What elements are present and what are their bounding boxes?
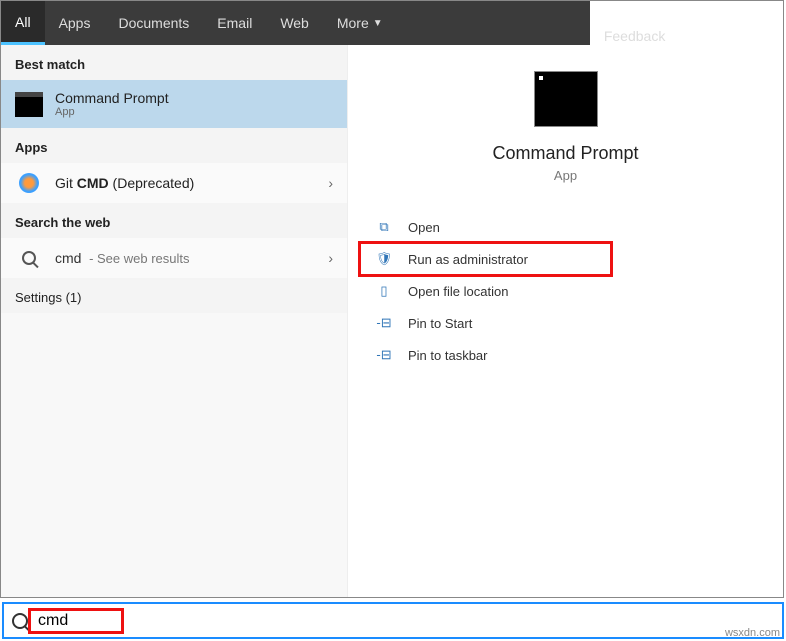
filter-tabbar: All Apps Documents Email Web More ▼ Feed… [1,1,783,45]
folder-icon: ▯ [374,283,394,299]
tab-email[interactable]: Email [203,1,266,45]
header-best-match: Best match [1,45,347,80]
feedback-button[interactable]: Feedback [590,28,679,44]
git-prefix: Git [55,175,77,191]
highlight-box [358,241,613,277]
action-run-as-administrator[interactable]: 🛡 Run as administrator [348,243,783,275]
action-open[interactable]: ⧉ Open [348,211,783,243]
command-prompt-icon-large [534,71,598,127]
search-window: All Apps Documents Email Web More ▼ Feed… [0,0,784,598]
pin-icon: -⊟ [374,315,394,331]
search-icon [12,613,28,629]
chevron-right-icon: › [328,250,333,266]
search-input[interactable] [38,612,774,630]
header-search-web: Search the web [1,203,347,238]
ellipsis-icon: ⋯ [695,28,709,45]
action-label: Open [408,220,440,235]
action-pin-to-start[interactable]: -⊟ Pin to Start [348,307,783,339]
highlight-box [28,608,124,634]
tab-more[interactable]: More ▼ [323,1,397,45]
results-panel: Best match Command Prompt App Apps Git C… [1,45,348,597]
git-bold: CMD [77,175,109,191]
result-best-match[interactable]: Command Prompt App [1,80,347,128]
git-suffix: (Deprecated) [109,175,195,191]
result-title: Command Prompt [55,90,169,106]
action-label: Pin to Start [408,316,472,331]
action-open-file-location[interactable]: ▯ Open file location [348,275,783,307]
preview-title: Command Prompt [492,143,638,164]
watermark: wsxdn.com [725,627,780,639]
action-pin-to-taskbar[interactable]: -⊟ Pin to taskbar [348,339,783,371]
command-prompt-icon [15,92,43,117]
tab-web[interactable]: Web [266,1,323,45]
header-settings[interactable]: Settings (1) [1,278,347,313]
result-subtitle: App [55,106,169,118]
search-icon [22,251,36,265]
header-apps: Apps [1,128,347,163]
web-query: cmd [55,250,81,266]
tab-apps[interactable]: Apps [45,1,105,45]
web-suffix: - See web results [81,251,189,266]
tab-all[interactable]: All [1,1,45,45]
result-git-cmd[interactable]: Git CMD (Deprecated) › [1,163,347,203]
tab-more-label: More [337,15,369,31]
overflow-menu-button[interactable]: ⋯ [679,28,725,45]
preview-type: App [554,168,577,183]
search-bar[interactable] [2,602,784,639]
chevron-down-icon: ▼ [373,18,383,29]
main-area: Best match Command Prompt App Apps Git C… [1,45,783,597]
result-web-search[interactable]: cmd - See web results › [1,238,347,278]
preview-panel: Command Prompt App ⧉ Open 🛡 Run as admin… [348,45,783,597]
open-icon: ⧉ [374,219,394,235]
action-label: Open file location [408,284,508,299]
action-label: Pin to taskbar [408,348,488,363]
actions-list: ⧉ Open 🛡 Run as administrator ▯ Open fil… [348,211,783,371]
git-icon [19,173,39,193]
chevron-right-icon: › [328,175,333,191]
tab-documents[interactable]: Documents [104,1,203,45]
pin-icon: -⊟ [374,347,394,363]
